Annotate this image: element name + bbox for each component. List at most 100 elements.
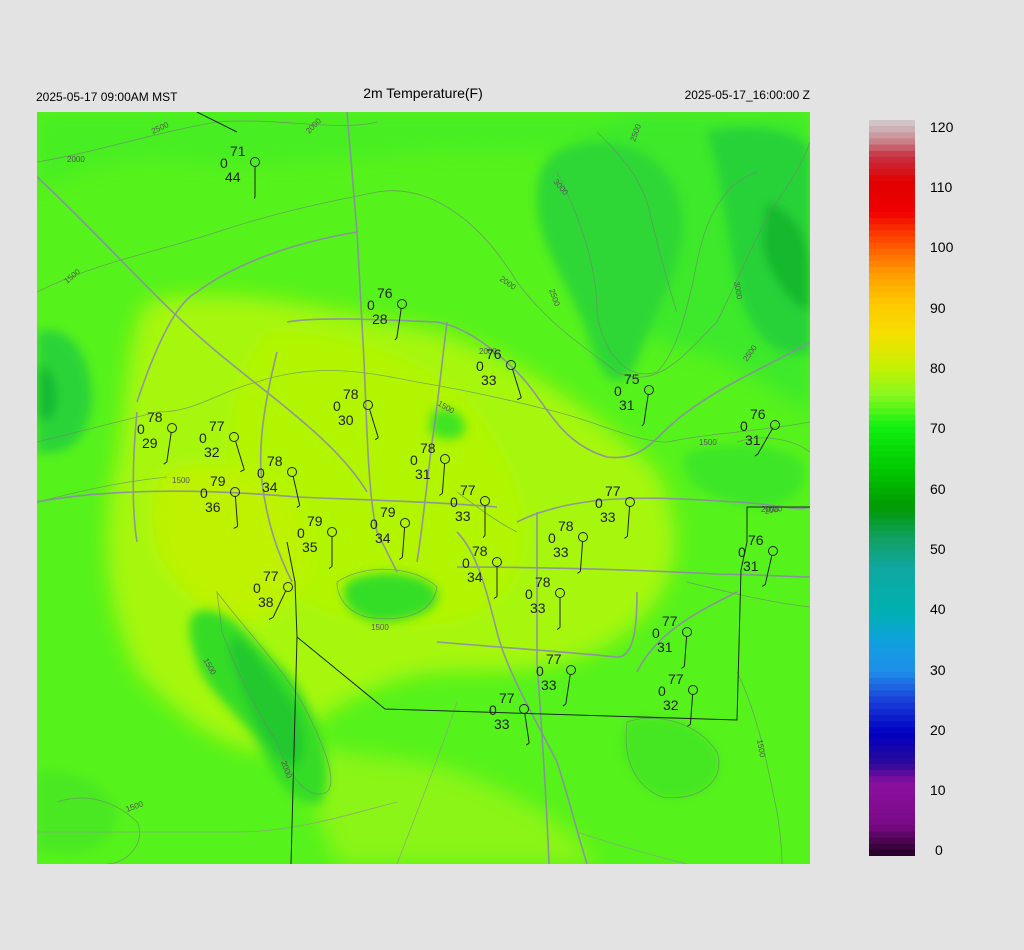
colorbar-band [869, 524, 915, 532]
colorbar-band [869, 353, 915, 360]
colorbar-band [869, 757, 915, 765]
colorbar-band [869, 678, 915, 685]
colorbar-band [869, 635, 915, 642]
colorbar-band [869, 580, 915, 587]
station-temperature: 77 [460, 482, 476, 498]
contour-label: 1500 [699, 438, 717, 447]
colorbar-band [869, 205, 915, 213]
station-dewpoint: 29 [142, 435, 158, 451]
colorbar-band [869, 267, 915, 274]
station-temperature: 75 [624, 371, 640, 387]
station-temperature: 77 [263, 568, 279, 584]
colorbar-band [869, 843, 915, 851]
colorbar-tick-label: 50 [930, 541, 946, 557]
colorbar-band [869, 555, 915, 563]
station-temperature: 76 [748, 532, 764, 548]
station-temperature: 77 [668, 671, 684, 687]
colorbar-band [869, 162, 915, 170]
colorbar-band [869, 530, 915, 538]
temperature-map[interactable]: 2500 2000 2000 3000 2500 2000 1500 3000 … [37, 112, 810, 864]
temperature-field [37, 112, 810, 864]
colorbar-band [869, 512, 915, 520]
colorbar-band [869, 359, 915, 366]
colorbar-band [869, 365, 915, 373]
station-temperature: 71 [230, 143, 246, 159]
colorbar-band [869, 371, 915, 379]
colorbar-band [869, 506, 915, 514]
colorbar-band [869, 610, 915, 618]
colorbar-band [869, 849, 915, 857]
colorbar-band [869, 469, 915, 477]
colorbar-band [869, 751, 915, 759]
colorbar-band [869, 175, 915, 182]
station-dewpoint: 34 [375, 530, 391, 546]
colorbar-band [869, 604, 915, 612]
colorbar-band [869, 224, 915, 231]
colorbar-band [869, 346, 915, 354]
colorbar-band [869, 291, 915, 299]
colorbar-tick-label: 60 [930, 481, 946, 497]
colorbar-band [869, 377, 915, 385]
colorbar-band [869, 745, 915, 753]
colorbar-band [869, 396, 915, 403]
colorbar-band [869, 451, 915, 458]
colorbar-band [869, 672, 915, 679]
colorbar-band [869, 782, 915, 790]
colorbar-band [869, 432, 915, 440]
colorbar-band [869, 659, 915, 667]
colorbar-tick-label: 90 [930, 300, 946, 316]
colorbar-tick-label: 80 [930, 360, 946, 376]
station-dewpoint: 33 [530, 600, 546, 616]
station-dewpoint: 33 [481, 372, 497, 388]
colorbar-band [869, 573, 915, 581]
station-temperature: 78 [535, 574, 551, 590]
valid-time-utc: 2025-05-17_16:00:00 Z [684, 88, 810, 102]
colorbar-band [869, 322, 915, 330]
colorbar-band [869, 616, 915, 624]
station-temperature: 77 [546, 651, 562, 667]
colorbar-band [869, 138, 915, 146]
colorbar-band [869, 334, 915, 342]
colorbar-band [869, 819, 915, 826]
colorbar-band [869, 285, 915, 293]
colorbar-band [869, 647, 915, 655]
colorbar-band [869, 549, 915, 557]
colorbar-band [869, 714, 915, 722]
station-dewpoint: 31 [657, 639, 673, 655]
colorbar-band [869, 132, 915, 139]
station-dewpoint: 34 [467, 569, 483, 585]
station-dewpoint: 38 [258, 594, 274, 610]
colorbar-band [869, 156, 915, 164]
colorbar-band [869, 739, 915, 747]
colorbar-band [869, 310, 915, 317]
colorbar-band [869, 273, 915, 281]
colorbar-band [869, 721, 915, 728]
colorbar-band [869, 806, 915, 814]
colorbar-band [869, 236, 915, 244]
colorbar-tick-label: 120 [930, 119, 954, 135]
colorbar-band [869, 261, 915, 268]
station-dewpoint: 33 [541, 677, 557, 693]
station-dewpoint: 34 [262, 479, 278, 495]
colorbar-tick-label: 0 [935, 842, 943, 858]
colorbar-band [869, 488, 915, 495]
station-dewpoint: 35 [302, 539, 318, 555]
colorbar-tick-label: 30 [930, 662, 946, 678]
wind-barb [253, 196, 256, 199]
station-temperature: 78 [420, 440, 436, 456]
colorbar-band [869, 537, 915, 544]
temperature-colorbar [869, 120, 915, 857]
station-dewpoint: 30 [338, 412, 354, 428]
station-temperature: 78 [267, 453, 283, 469]
colorbar-band [869, 518, 915, 526]
station-temperature: 77 [662, 613, 678, 629]
colorbar-band [869, 254, 915, 262]
colorbar-band [869, 316, 915, 323]
colorbar-tick-label: 10 [930, 782, 946, 798]
station-temperature: 79 [307, 513, 323, 529]
colorbar-band [869, 212, 915, 219]
station-dewpoint: 32 [663, 697, 679, 713]
colorbar-band [869, 304, 915, 311]
colorbar-band [869, 800, 915, 808]
colorbar-band [869, 218, 915, 225]
